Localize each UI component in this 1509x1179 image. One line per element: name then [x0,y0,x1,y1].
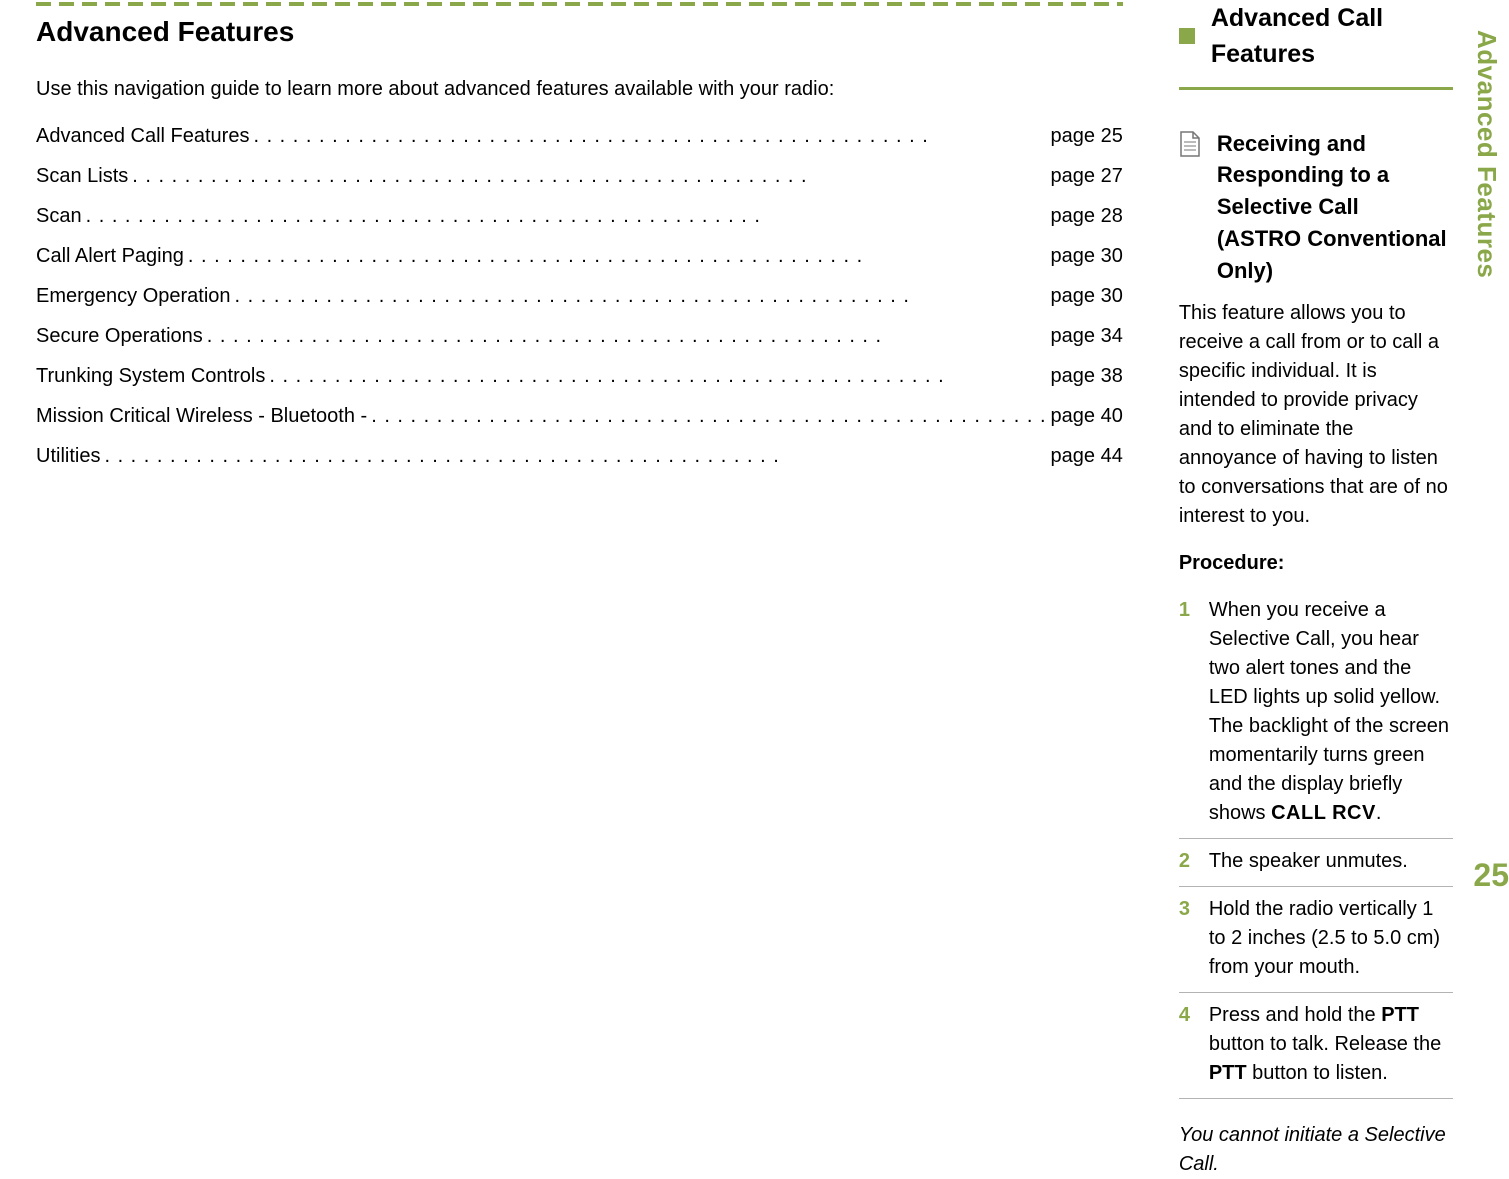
side-tab-label: Advanced Features [1467,30,1505,278]
toc-page-ref: page 25 [1051,122,1123,151]
toc-row[interactable]: Advanced Call Features page 25 [36,122,1123,151]
toc-page-ref: page 44 [1051,442,1123,471]
toc-label: Emergency Operation [36,282,231,311]
topic-title-line1: Receiving and Responding to a Selective … [1217,131,1389,220]
toc-row[interactable]: Emergency Operation page 30 [36,282,1123,311]
step-text-part: button to talk. Release the [1209,1033,1441,1055]
page-number: 25 [1473,852,1509,898]
feature-description: This feature allows you to receive a cal… [1179,299,1453,531]
step-text: When you receive a Selective Call, you h… [1209,596,1453,828]
section-title: Advanced Call Features [1211,0,1453,73]
procedure-label: Procedure: [1179,549,1453,578]
toc-row[interactable]: Utilities page 44 [36,442,1123,471]
left-column: Advanced Features Use this navigation gu… [6,0,1153,1179]
procedure-step: 1 When you receive a Selective Call, you… [1179,588,1453,839]
procedure-step: 2 The speaker unmutes. [1179,839,1453,887]
toc-label: Mission Critical Wireless - Bluetooth - [36,402,367,431]
toc-row[interactable]: Mission Critical Wireless - Bluetooth - … [36,402,1123,431]
procedure-step: 3 Hold the radio vertically 1 to 2 inche… [1179,887,1453,993]
step-number: 3 [1179,895,1209,924]
toc-label: Scan Lists [36,162,128,191]
topic-title: Receiving and Responding to a Selective … [1217,128,1453,287]
toc-leader-dots [86,202,1047,231]
toc-row[interactable]: Call Alert Paging page 30 [36,242,1123,271]
right-column: Advanced Call Features Receiving and Res… [1153,0,1483,1179]
toc-page-ref: page 30 [1051,242,1123,271]
display-code: CALL RCV [1271,802,1376,824]
toc-leader-dots [253,122,1046,151]
intro-paragraph: Use this navigation guide to learn more … [36,75,1123,104]
step-text: Press and hold the PTT button to talk. R… [1209,1001,1453,1088]
toc-leader-dots [235,282,1047,311]
toc-page-ref: page 28 [1051,202,1123,231]
toc-row[interactable]: Scan page 28 [36,202,1123,231]
ptt-button-label: PTT [1381,1004,1419,1026]
step-text-part: . [1376,802,1382,824]
toc-leader-dots [188,242,1047,271]
dashed-divider [36,2,1123,6]
ptt-button-label: PTT [1209,1062,1247,1084]
toc-label: Secure Operations [36,322,203,351]
toc-page-ref: page 27 [1051,162,1123,191]
toc-leader-dots [207,322,1047,351]
section-header: Advanced Call Features [1179,0,1453,73]
step-text-part: When you receive a Selective Call, you h… [1209,599,1449,824]
toc-label: Advanced Call Features [36,122,249,151]
toc-leader-dots [104,442,1046,471]
toc-leader-dots [269,362,1046,391]
section-underline [1179,87,1453,90]
toc-label: Utilities [36,442,100,471]
toc-page-ref: page 30 [1051,282,1123,311]
toc-page-ref: page 34 [1051,322,1123,351]
toc-page-ref: page 38 [1051,362,1123,391]
toc-label: Scan [36,202,82,231]
page-title-left: Advanced Features [36,12,1123,53]
document-icon [1179,131,1199,155]
step-number: 1 [1179,596,1209,625]
toc-row[interactable]: Scan Lists page 27 [36,162,1123,191]
step-number: 4 [1179,1001,1209,1030]
toc-label: Trunking System Controls [36,362,265,391]
toc-leader-dots [132,162,1046,191]
step-text-part: button to listen. [1247,1062,1388,1084]
toc-leader-dots [371,402,1046,431]
step-text: Hold the radio vertically 1 to 2 inches … [1209,895,1453,982]
note-text: You cannot initiate a Selective Call. [1179,1121,1453,1179]
section-bullet-icon [1179,28,1195,44]
topic-header: Receiving and Responding to a Selective … [1179,128,1453,287]
procedure-step: 4 Press and hold the PTT button to talk.… [1179,993,1453,1099]
topic-title-line2: (ASTRO Conventional Only) [1217,226,1447,283]
toc-label: Call Alert Paging [36,242,184,271]
toc-row[interactable]: Secure Operations page 34 [36,322,1123,351]
toc-page-ref: page 40 [1051,402,1123,431]
step-text: The speaker unmutes. [1209,847,1453,876]
step-text-part: Press and hold the [1209,1004,1381,1026]
toc-row[interactable]: Trunking System Controls page 38 [36,362,1123,391]
step-number: 2 [1179,847,1209,876]
